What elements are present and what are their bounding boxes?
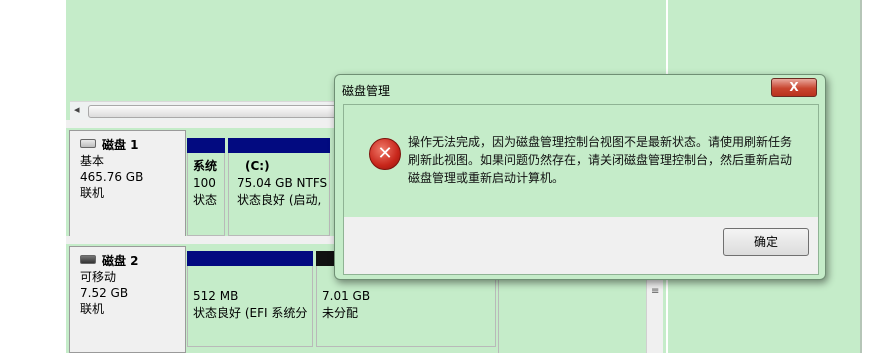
close-button[interactable]: X: [771, 78, 817, 97]
ok-button[interactable]: 确定: [723, 228, 809, 256]
disk-icon: [80, 139, 96, 148]
partition-size: 512 MB: [193, 289, 239, 303]
partition-title: (C:): [245, 159, 270, 173]
error-icon: ✕: [369, 138, 401, 170]
panel-border: [860, 0, 862, 353]
disk-size: 7.52 GB: [80, 286, 129, 300]
dialog-message: 操作无法完成，因为磁盘管理控制台视图不是最新状态。请使用刷新任务刷新此视图。如果…: [408, 135, 793, 185]
disk-2-label[interactable]: 磁盘 2 可移动 7.52 GB 联机: [69, 246, 186, 353]
disk-type: 可移动: [80, 270, 117, 284]
partition-size: 100: [193, 176, 216, 190]
disk-name: 磁盘 2: [102, 254, 139, 268]
partition-bar: [187, 138, 225, 153]
partition-title: 系统: [193, 159, 218, 173]
error-dialog: 磁盘管理 X ✕ 操作无法完成，因为磁盘管理控制台视图不是最新状态。请使用刷新任…: [334, 74, 826, 280]
scroll-left-icon[interactable]: ◂: [74, 103, 80, 116]
partition-efi[interactable]: 512 MB 状态良好 (EFI 系统分: [187, 251, 313, 347]
partition-size: 75.04 GB NTFS: [237, 176, 328, 190]
partition-system[interactable]: 系统 100 状态: [187, 138, 225, 236]
partition-status: 状态: [193, 193, 218, 207]
dialog-message-area: ✕ 操作无法完成，因为磁盘管理控制台视图不是最新状态。请使用刷新任务刷新此视图。…: [344, 105, 818, 217]
disk-status: 联机: [80, 186, 105, 200]
dialog-title: 磁盘管理: [342, 84, 391, 98]
partition-bar: [187, 251, 313, 266]
removable-disk-icon: [80, 255, 96, 264]
disk-status: 联机: [80, 302, 105, 316]
partition-status: 未分配: [322, 306, 359, 320]
disk-type: 基本: [80, 154, 105, 168]
scroll-grip-icon[interactable]: ≡: [651, 286, 659, 297]
dialog-body: ✕ 操作无法完成，因为磁盘管理控制台视图不是最新状态。请使用刷新任务刷新此视图。…: [343, 104, 819, 275]
disk-size: 465.76 GB: [80, 170, 144, 184]
disk-1-label[interactable]: 磁盘 1 基本 465.76 GB 联机: [69, 130, 186, 242]
partition-c[interactable]: (C:) 75.04 GB NTFS 状态良好 (启动,: [228, 138, 330, 236]
disk-name: 磁盘 1: [102, 138, 139, 152]
partition-status: 状态良好 (EFI 系统分: [193, 306, 308, 320]
partition-status: 状态良好 (启动,: [237, 193, 322, 207]
partition-size: 7.01 GB: [322, 289, 371, 303]
partition-bar: [228, 138, 330, 153]
